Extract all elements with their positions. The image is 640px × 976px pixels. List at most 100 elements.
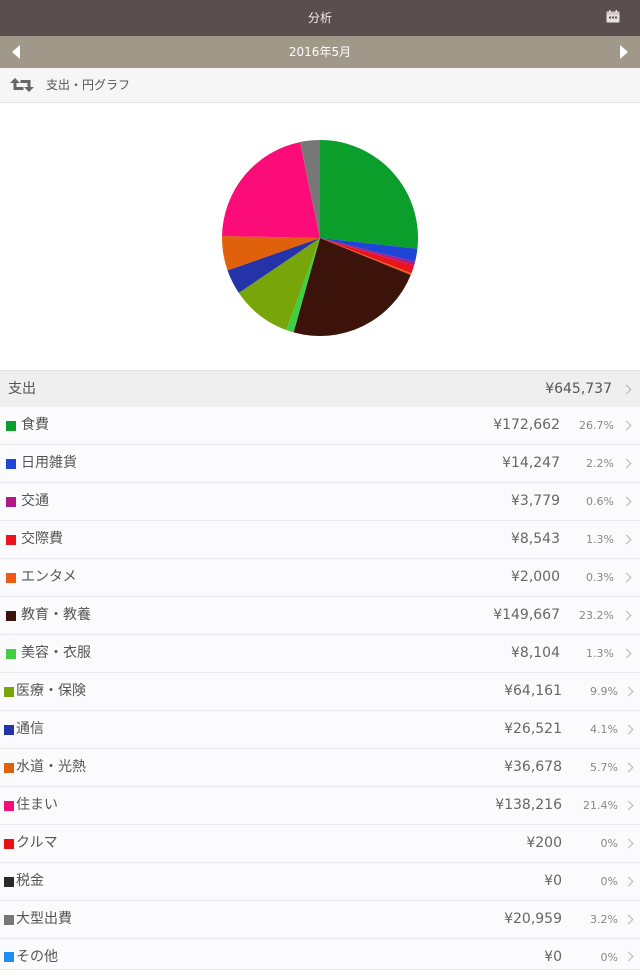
- pie-chart-area: [0, 103, 640, 370]
- pie-slice: [320, 140, 419, 249]
- total-row[interactable]: 支出 ¥645,737: [0, 370, 640, 409]
- category-row[interactable]: 美容・衣服 ¥8,104 1.3%: [0, 635, 640, 673]
- color-swatch: [6, 648, 16, 659]
- chevron-right-icon: [621, 420, 632, 430]
- month-label: 2016年5月: [288, 45, 352, 59]
- color-swatch: [4, 686, 14, 697]
- category-name: 交際費: [21, 531, 63, 547]
- category-percent: 4.1%: [590, 723, 618, 736]
- category-row[interactable]: エンタメ ¥2,000 0.3%: [0, 559, 640, 597]
- category-name: 税金: [16, 873, 44, 889]
- category-percent: 23.2%: [579, 609, 614, 622]
- chevron-right-icon: [621, 384, 632, 394]
- chevron-right-icon: [623, 838, 634, 848]
- category-percent: 2.2%: [586, 457, 614, 470]
- color-swatch: [4, 762, 14, 773]
- color-swatch: [4, 800, 14, 811]
- category-amount: ¥149,667: [493, 607, 560, 623]
- color-swatch: [6, 534, 16, 545]
- category-amount: ¥20,959: [504, 911, 562, 927]
- color-swatch: [6, 610, 16, 621]
- category-row[interactable]: 交通 ¥3,779 0.6%: [0, 483, 640, 521]
- color-swatch: [6, 458, 16, 469]
- category-amount: ¥2,000: [511, 569, 560, 585]
- category-row[interactable]: クルマ ¥200 0%: [0, 825, 640, 863]
- category-name: 住まい: [16, 797, 58, 813]
- color-swatch: [6, 572, 16, 583]
- chevron-right-icon: [623, 800, 634, 810]
- category-name: クルマ: [16, 835, 58, 851]
- chevron-right-icon: [621, 572, 632, 582]
- category-amount: ¥172,662: [493, 417, 560, 433]
- chart-mode-label: 支出・円グラフ: [46, 78, 131, 92]
- total-label: 支出: [8, 381, 36, 397]
- category-name: 水道・光熱: [16, 759, 86, 775]
- category-row[interactable]: 通信 ¥26,521 4.1%: [0, 711, 640, 749]
- category-percent: 26.7%: [579, 419, 614, 432]
- category-name: 交通: [21, 493, 49, 509]
- triangle-right-icon[interactable]: [620, 45, 628, 59]
- category-amount: ¥36,678: [504, 759, 562, 775]
- category-name: その他: [16, 949, 58, 965]
- category-row[interactable]: 医療・保険 ¥64,161 9.9%: [0, 673, 640, 711]
- category-amount: ¥0: [544, 949, 562, 965]
- chevron-right-icon: [621, 534, 632, 544]
- category-row[interactable]: 交際費 ¥8,543 1.3%: [0, 521, 640, 559]
- category-name: 大型出費: [16, 911, 72, 927]
- category-percent: 1.3%: [586, 647, 614, 660]
- expense-pie-chart: [222, 140, 419, 337]
- category-percent: 0%: [600, 837, 618, 850]
- chevron-right-icon: [623, 951, 634, 962]
- category-name: 美容・衣服: [21, 645, 91, 661]
- color-swatch: [6, 420, 16, 431]
- category-row[interactable]: 食費 ¥172,662 26.7%: [0, 407, 640, 445]
- category-name: 通信: [16, 721, 44, 737]
- category-percent: 3.2%: [590, 913, 618, 926]
- chevron-right-icon: [623, 724, 634, 734]
- category-percent: 5.7%: [590, 761, 618, 774]
- category-row[interactable]: 教育・教養 ¥149,667 23.2%: [0, 597, 640, 635]
- color-swatch: [4, 952, 14, 962]
- category-amount: ¥26,521: [504, 721, 562, 737]
- chevron-right-icon: [621, 458, 632, 468]
- category-row[interactable]: 水道・光熱 ¥36,678 5.7%: [0, 749, 640, 787]
- category-percent: 0.6%: [586, 495, 614, 508]
- color-swatch: [4, 914, 14, 925]
- category-percent: 0.3%: [586, 571, 614, 584]
- category-name: エンタメ: [21, 569, 77, 585]
- category-row[interactable]: 住まい ¥138,216 21.4%: [0, 787, 640, 825]
- category-row[interactable]: 大型出費 ¥20,959 3.2%: [0, 901, 640, 939]
- color-swatch: [4, 838, 14, 849]
- swap-arrows-icon[interactable]: [8, 75, 36, 95]
- chevron-right-icon: [621, 648, 632, 658]
- chevron-right-icon: [621, 496, 632, 506]
- calendar-icon[interactable]: [606, 10, 620, 23]
- category-amount: ¥8,543: [511, 531, 560, 547]
- category-row[interactable]: 日用雑貨 ¥14,247 2.2%: [0, 445, 640, 483]
- category-name: 食費: [21, 417, 49, 433]
- page-title: 分析: [307, 11, 332, 25]
- category-amount: ¥138,216: [495, 797, 562, 813]
- chevron-right-icon: [623, 914, 634, 924]
- color-swatch: [4, 724, 14, 735]
- category-percent: 9.9%: [590, 685, 618, 698]
- total-amount: ¥645,737: [545, 381, 612, 397]
- color-swatch: [4, 876, 14, 887]
- category-amount: ¥8,104: [511, 645, 560, 661]
- chevron-right-icon: [621, 610, 632, 620]
- chevron-right-icon: [623, 762, 634, 772]
- chevron-right-icon: [623, 686, 634, 696]
- category-amount: ¥0: [544, 873, 562, 889]
- category-row[interactable]: その他 ¥0 0%: [0, 939, 640, 970]
- category-row[interactable]: 税金 ¥0 0%: [0, 863, 640, 901]
- category-percent: 21.4%: [583, 799, 618, 812]
- category-name: 教育・教養: [21, 607, 91, 623]
- category-name: 医療・保険: [16, 683, 86, 699]
- category-amount: ¥200: [526, 835, 562, 851]
- month-navigation: 2016年5月: [0, 36, 640, 68]
- title-bar: 分析: [0, 0, 640, 36]
- category-percent: 0%: [600, 951, 618, 964]
- category-amount: ¥64,161: [504, 683, 562, 699]
- color-swatch: [6, 496, 16, 507]
- chart-mode-toggle[interactable]: 支出・円グラフ: [0, 68, 640, 103]
